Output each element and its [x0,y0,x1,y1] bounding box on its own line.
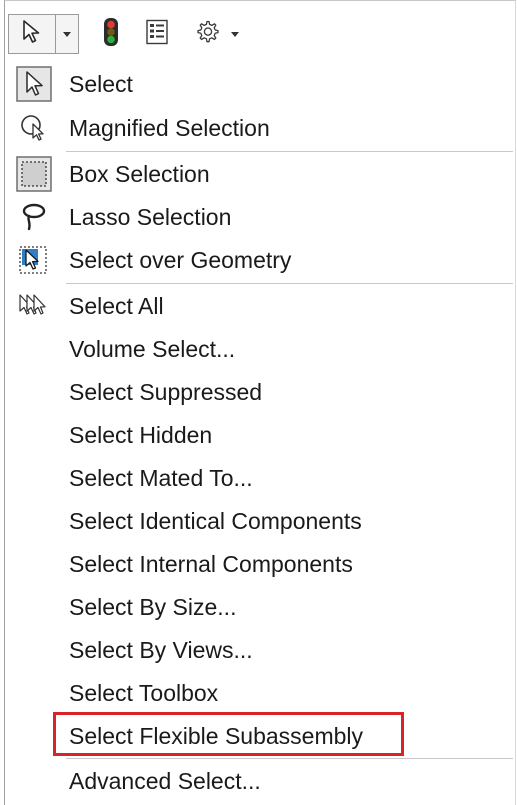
menu-item-label: Box Selection [69,161,210,187]
menu-item-label: Select Identical Components [69,508,362,534]
menu-item-label: Lasso Selection [69,204,232,230]
menu-item-label: Select Hidden [69,422,213,448]
menu-item-advanced-select[interactable]: Advanced Select... [8,761,508,801]
lasso-icon [16,199,52,235]
select-tool-button[interactable] [9,15,56,53]
menu-item-select-identical-components[interactable]: Select Identical Components [8,501,508,541]
menu-item-select-over-geometry[interactable]: Select over Geometry [8,240,508,280]
menu-item-label: Volume Select... [69,336,236,362]
menu-item-select-toolbox[interactable]: Select Toolbox [8,673,508,713]
highlight-box [53,712,404,756]
menu-separator [66,283,513,284]
menu-item-label: Select Mated To... [69,465,253,491]
menu-item-label: Select over Geometry [69,247,292,273]
menu-item-label: Select Internal Components [69,551,353,577]
menu-item-select-suppressed[interactable]: Select Suppressed [8,372,508,412]
menu-item-select-by-views[interactable]: Select By Views... [8,630,508,670]
menu-item-box-selection[interactable]: Box Selection [8,154,508,194]
menu-separator [66,151,513,152]
menu-item-magnified-selection[interactable]: Magnified Selection [8,108,508,148]
menu-separator [66,758,513,759]
menu-item-label: Magnified Selection [69,115,270,141]
traffic-light-icon [103,17,119,52]
chevron-down-icon [231,31,239,37]
toolbar [8,14,508,54]
menu-item-select-mated-to[interactable]: Select Mated To... [8,458,508,498]
menu-item-select-by-size[interactable]: Select By Size... [8,587,508,627]
magnifier-cursor-icon [16,110,52,146]
cursor-arrow-icon [21,19,43,50]
menu-item-label: Select Toolbox [69,680,219,706]
menu-item-label: Select By Size... [69,594,237,620]
menu-item-volume-select[interactable]: Volume Select... [8,329,508,369]
list-button[interactable] [137,15,177,53]
gear-icon [194,19,220,50]
menu-item-select-all[interactable]: Select All [8,286,508,326]
select-split-button[interactable] [8,14,79,54]
menu-item-label: Select All [69,293,164,319]
box-selection-icon [16,156,52,192]
menu-item-lasso-selection[interactable]: Lasso Selection [8,197,508,237]
chevron-down-icon [63,31,71,37]
menu-item-label: Select By Views... [69,637,253,663]
settings-dropdown[interactable] [227,15,243,53]
select-over-geometry-icon [16,242,52,278]
select-all-icon [16,288,52,324]
menu-item-select-internal-components[interactable]: Select Internal Components [8,544,508,584]
menu-item-label: Select Suppressed [69,379,263,405]
menu-item-select-hidden[interactable]: Select Hidden [8,415,508,455]
select-arrow-icon [16,66,52,102]
menu-item-select[interactable]: Select [8,64,508,104]
traffic-light-button[interactable] [91,15,131,53]
select-tool-dropdown[interactable] [56,15,78,53]
menu-item-label: Advanced Select... [69,768,261,794]
menu-item-label: Select [69,71,133,97]
list-icon [145,19,169,50]
settings-button[interactable] [187,15,227,53]
